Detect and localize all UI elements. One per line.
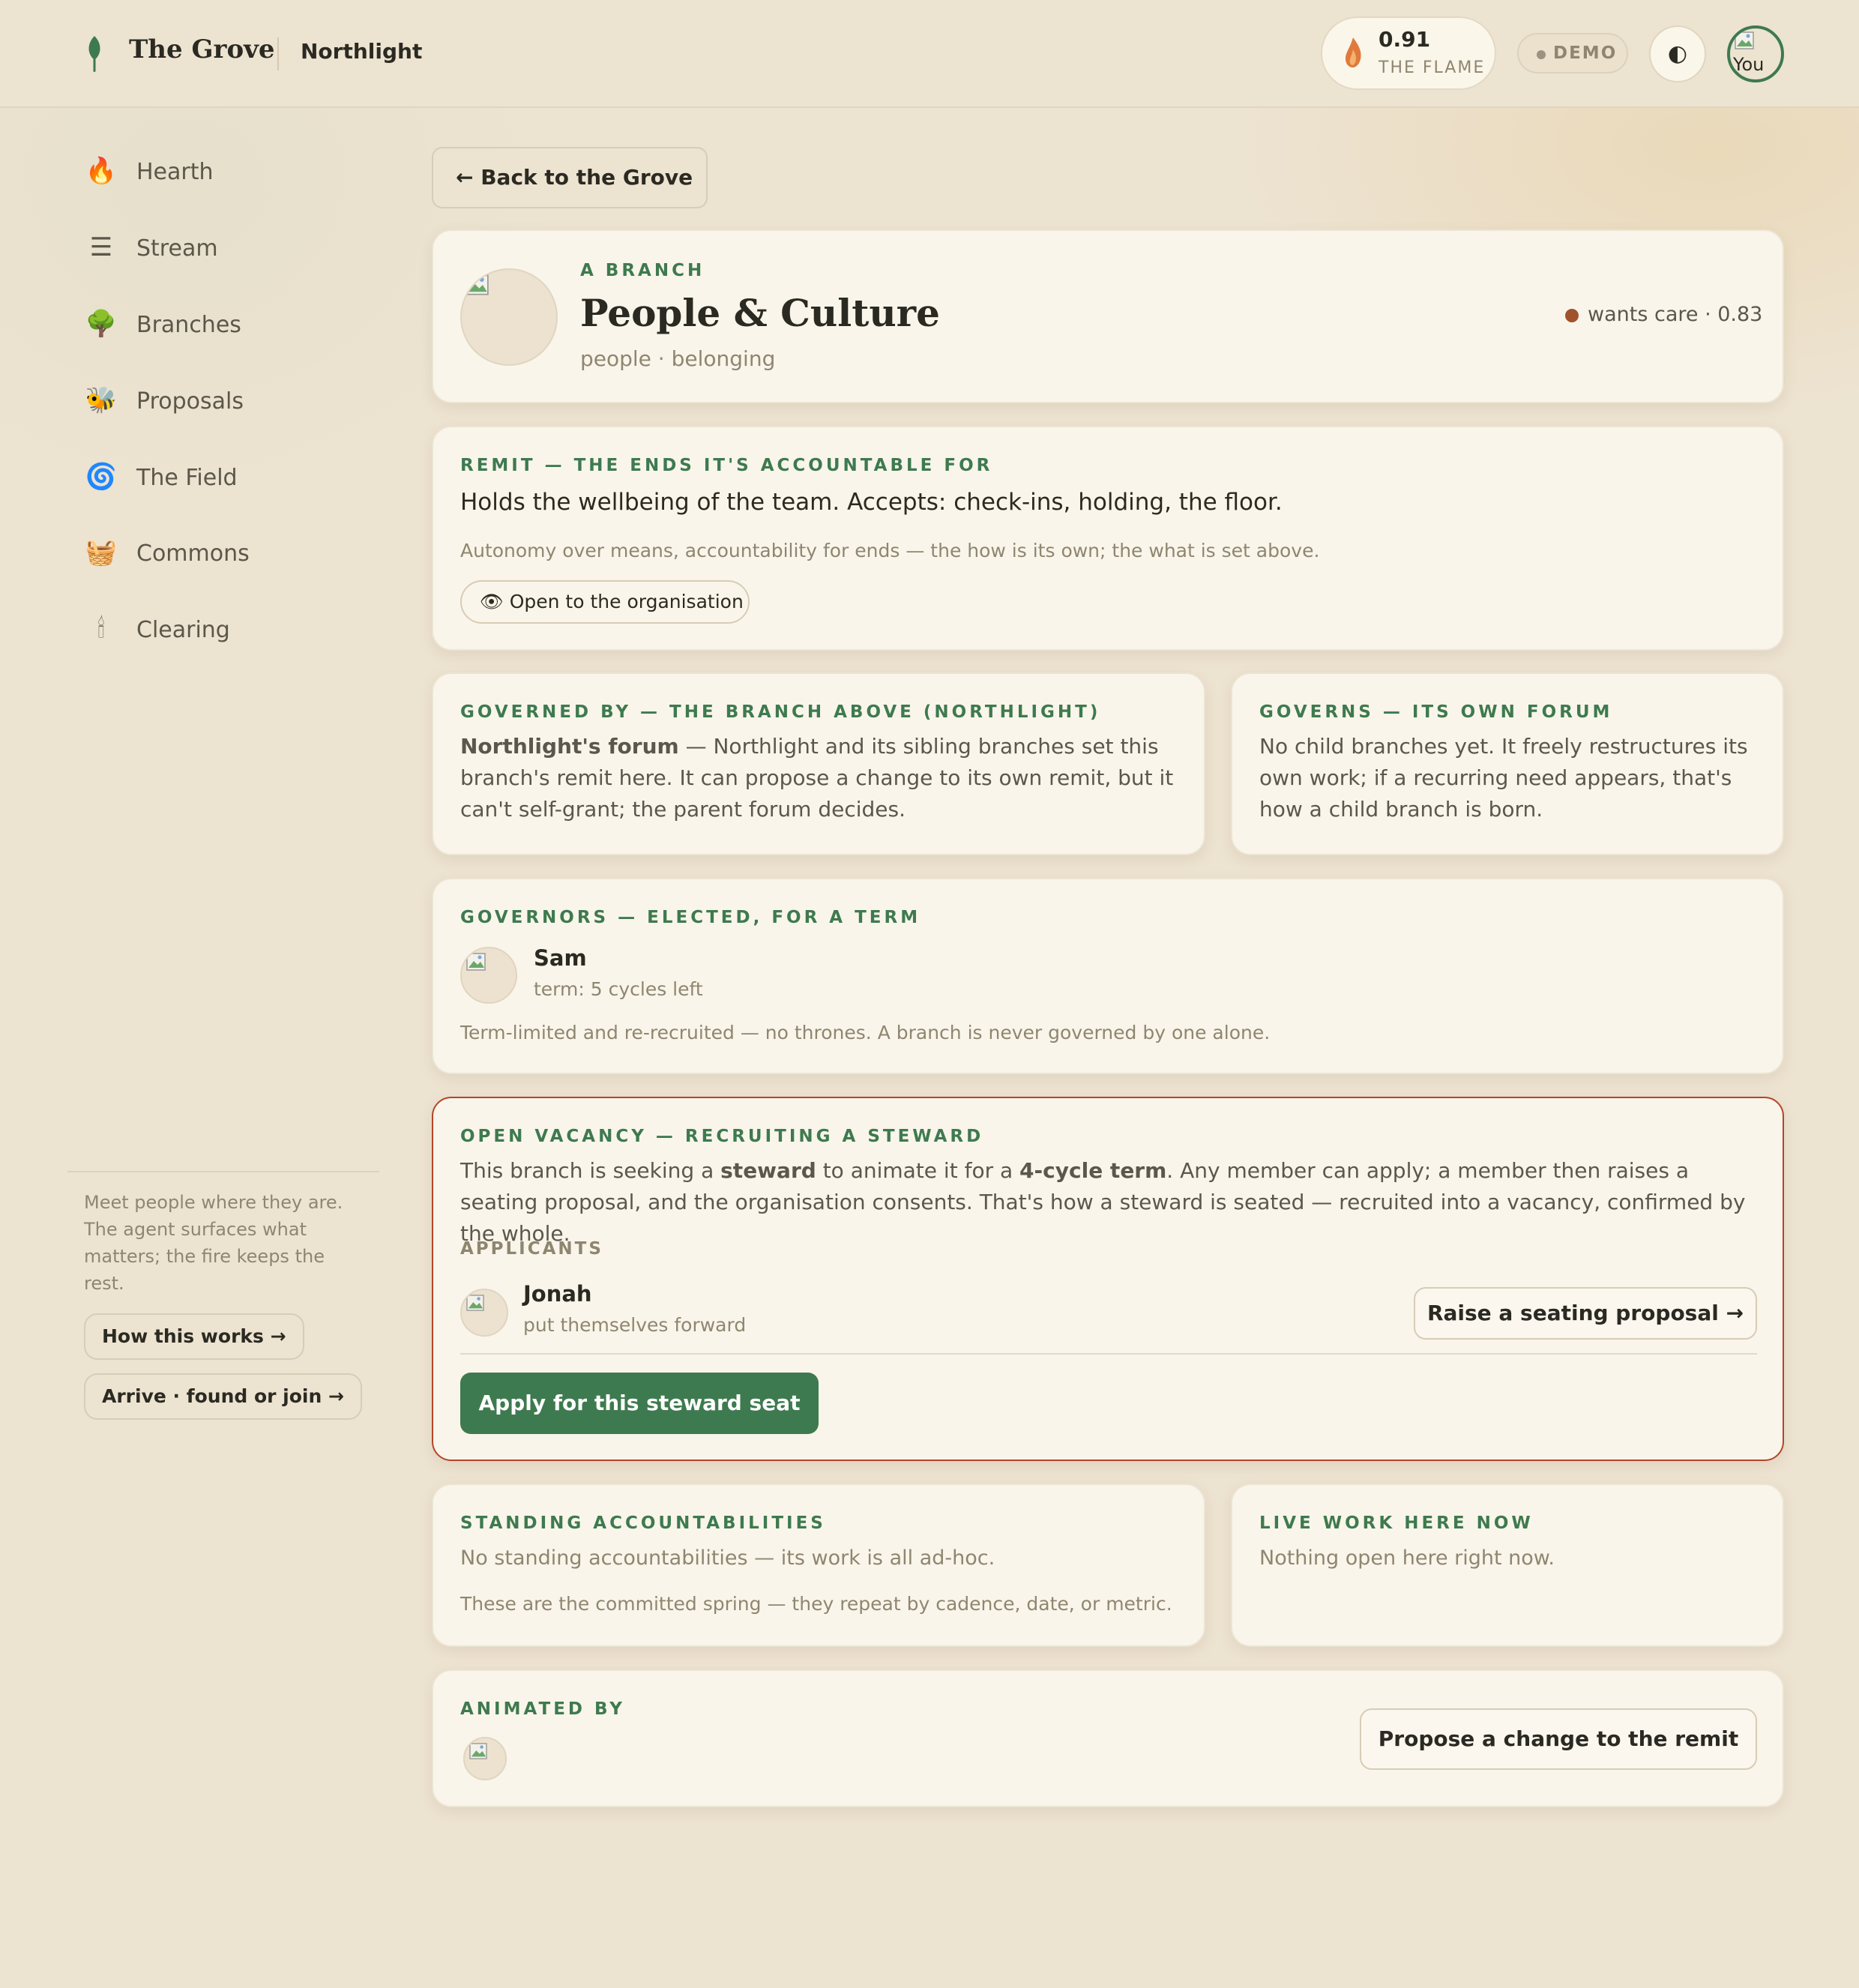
sidebar-note: Meet people where they are. The agent su… <box>84 1192 343 1294</box>
standing-accountabilities-card: STANDING ACCOUNTABILITIES No standing ac… <box>432 1484 1205 1647</box>
applicants-label: APPLICANTS <box>460 1239 603 1259</box>
remit-statement: Holds the wellbeing of the team. Accepts… <box>460 489 1283 516</box>
page-title: People & Culture <box>580 291 940 335</box>
broken-image-icon <box>466 274 489 295</box>
how-this-works-button[interactable]: How this works → <box>84 1313 304 1360</box>
governors-card: GOVERNORS — ELECTED, FOR A TERM Sam term… <box>432 878 1784 1074</box>
flame-icon <box>1346 37 1361 67</box>
branch-avatar <box>460 268 558 366</box>
user-avatar[interactable]: You <box>1727 25 1784 82</box>
org-name[interactable]: Northlight <box>301 39 422 64</box>
broken-image-icon <box>466 953 486 971</box>
sidebar-item-stream[interactable]: ☰ Stream <box>84 226 369 271</box>
remit-note: Autonomy over means, accountability for … <box>460 540 1320 561</box>
animator-avatar[interactable] <box>463 1737 507 1780</box>
remit-card: REMIT — THE ENDS IT'S ACCOUNTABLE FOR Ho… <box>432 426 1784 651</box>
standing-note: These are the committed spring — they re… <box>460 1593 1172 1615</box>
back-to-grove-button[interactable]: ← Back to the Grove <box>432 147 708 208</box>
governed-by-card: GOVERNED BY — THE BRANCH ABOVE (NORTHLIG… <box>432 672 1205 855</box>
sidebar-item-hearth[interactable]: 🔥 Hearth <box>84 150 369 195</box>
applicant-name[interactable]: Jonah <box>523 1281 592 1307</box>
sidebar-item-the-field[interactable]: 🌀 The Field <box>84 456 369 501</box>
vacancy-description: This branch is seeking a steward to anim… <box>460 1155 1757 1250</box>
apply-steward-seat-button[interactable]: Apply for this steward seat <box>460 1373 819 1434</box>
app-title[interactable]: The Grove <box>129 34 275 64</box>
vacancy-text: to animate it for a <box>816 1158 1020 1183</box>
branch-header-card: A BRANCH People & Culture people · belon… <box>432 229 1784 403</box>
brand-divider <box>277 37 279 70</box>
fire-icon: 🔥 <box>85 156 118 186</box>
candle-icon: 🕯 <box>97 614 105 644</box>
governs-heading: GOVERNS — ITS OWN FORUM <box>1259 702 1613 722</box>
governor-term: term: 5 cycles left <box>534 978 703 1000</box>
propose-remit-change-button[interactable]: Propose a change to the remit <box>1360 1708 1757 1770</box>
bee-icon: 🐝 <box>85 385 118 415</box>
governs-card: GOVERNS — ITS OWN FORUM No child branche… <box>1231 672 1784 855</box>
broken-image-icon <box>469 1743 487 1759</box>
live-work-card: LIVE WORK HERE NOW Nothing open here rig… <box>1231 1484 1784 1647</box>
governor-name[interactable]: Sam <box>534 945 587 971</box>
top-bar: The Grove Northlight 0.91 THE FLAME DEMO… <box>0 0 1859 108</box>
sidebar-item-clearing[interactable]: 🕯 Clearing <box>84 608 369 653</box>
sidebar-item-label: Branches <box>136 312 241 338</box>
tree-icon: 🌳 <box>85 309 118 339</box>
branch-eyebrow: A BRANCH <box>580 261 705 280</box>
governors-note: Term-limited and re-recruited — no thron… <box>460 1022 1271 1043</box>
sidebar-item-label: Commons <box>136 540 250 567</box>
governs-text: No child branches yet. It freely restruc… <box>1259 734 1748 822</box>
broken-image-icon <box>1735 31 1754 49</box>
animated-by-heading: ANIMATED BY <box>460 1699 625 1719</box>
status-dot-icon <box>1537 50 1546 59</box>
vacancy-term: 4-cycle term <box>1019 1158 1167 1183</box>
live-work-heading: LIVE WORK HERE NOW <box>1259 1513 1534 1533</box>
sidebar-item-proposals[interactable]: 🐝 Proposals <box>84 379 369 424</box>
sidebar-divider <box>67 1171 379 1172</box>
sidebar-item-label: Stream <box>136 235 218 262</box>
theme-toggle-button[interactable]: ◐ <box>1649 25 1706 82</box>
broken-image-icon <box>466 1295 484 1311</box>
sidebar-item-label: Proposals <box>136 388 244 415</box>
governors-heading: GOVERNORS — ELECTED, FOR A TERM <box>460 908 921 927</box>
demo-badge-label: DEMO <box>1553 43 1618 63</box>
basket-icon: 🧺 <box>85 537 118 567</box>
flame-value: 0.91 <box>1379 27 1431 52</box>
visibility-badge[interactable]: 👁 Open to the organisation <box>460 580 750 624</box>
applicant-note: put themselves forward <box>523 1314 747 1336</box>
list-icon: ☰ <box>89 232 113 262</box>
standing-heading: STANDING ACCOUNTABILITIES <box>460 1513 826 1533</box>
leaf-logo-icon <box>88 36 100 72</box>
parent-forum-link[interactable]: Northlight's forum <box>460 734 679 759</box>
eye-icon: 👁 <box>480 591 504 612</box>
branch-tags: people · belonging <box>580 346 776 371</box>
status-dot-icon <box>1565 309 1579 322</box>
visibility-label: Open to the organisation <box>509 591 744 612</box>
governor-avatar[interactable] <box>460 947 517 1004</box>
vacancy-heading: OPEN VACANCY — RECRUITING A STEWARD <box>460 1127 984 1146</box>
open-vacancy-card: OPEN VACANCY — RECRUITING A STEWARD This… <box>432 1097 1784 1461</box>
raise-seating-proposal-button[interactable]: Raise a seating proposal → <box>1414 1287 1757 1340</box>
demo-badge: DEMO <box>1517 33 1628 73</box>
user-avatar-alt: You <box>1733 54 1765 75</box>
standing-text: No standing accountabilities — its work … <box>460 1546 995 1570</box>
remit-heading: REMIT — THE ENDS IT'S ACCOUNTABLE FOR <box>460 456 993 475</box>
spiral-icon: 🌀 <box>85 462 118 492</box>
vacancy-text: This branch is seeking a <box>460 1158 721 1183</box>
status-badge: wants care · 0.83 <box>1588 303 1763 326</box>
animated-by-card: ANIMATED BY Propose a change to the remi… <box>432 1669 1784 1807</box>
live-work-text: Nothing open here right now. <box>1259 1546 1555 1570</box>
vacancy-role: steward <box>720 1158 816 1183</box>
applicants-divider <box>460 1353 1757 1355</box>
sidebar-item-label: Clearing <box>136 617 230 643</box>
flame-indicator[interactable]: 0.91 THE FLAME <box>1321 16 1496 90</box>
governed-by-text: Northlight's forum — Northlight and its … <box>460 731 1180 825</box>
sidebar-item-label: Hearth <box>136 159 214 185</box>
sidebar-item-label: The Field <box>136 465 238 491</box>
governed-by-heading: GOVERNED BY — THE BRANCH ABOVE (NORTHLIG… <box>460 702 1101 722</box>
arrive-button[interactable]: Arrive · found or join → <box>84 1373 362 1420</box>
applicant-avatar[interactable] <box>460 1289 508 1337</box>
sidebar-item-branches[interactable]: 🌳 Branches <box>84 303 369 348</box>
flame-label: THE FLAME <box>1379 58 1486 77</box>
sidebar-item-commons[interactable]: 🧺 Commons <box>84 531 369 576</box>
